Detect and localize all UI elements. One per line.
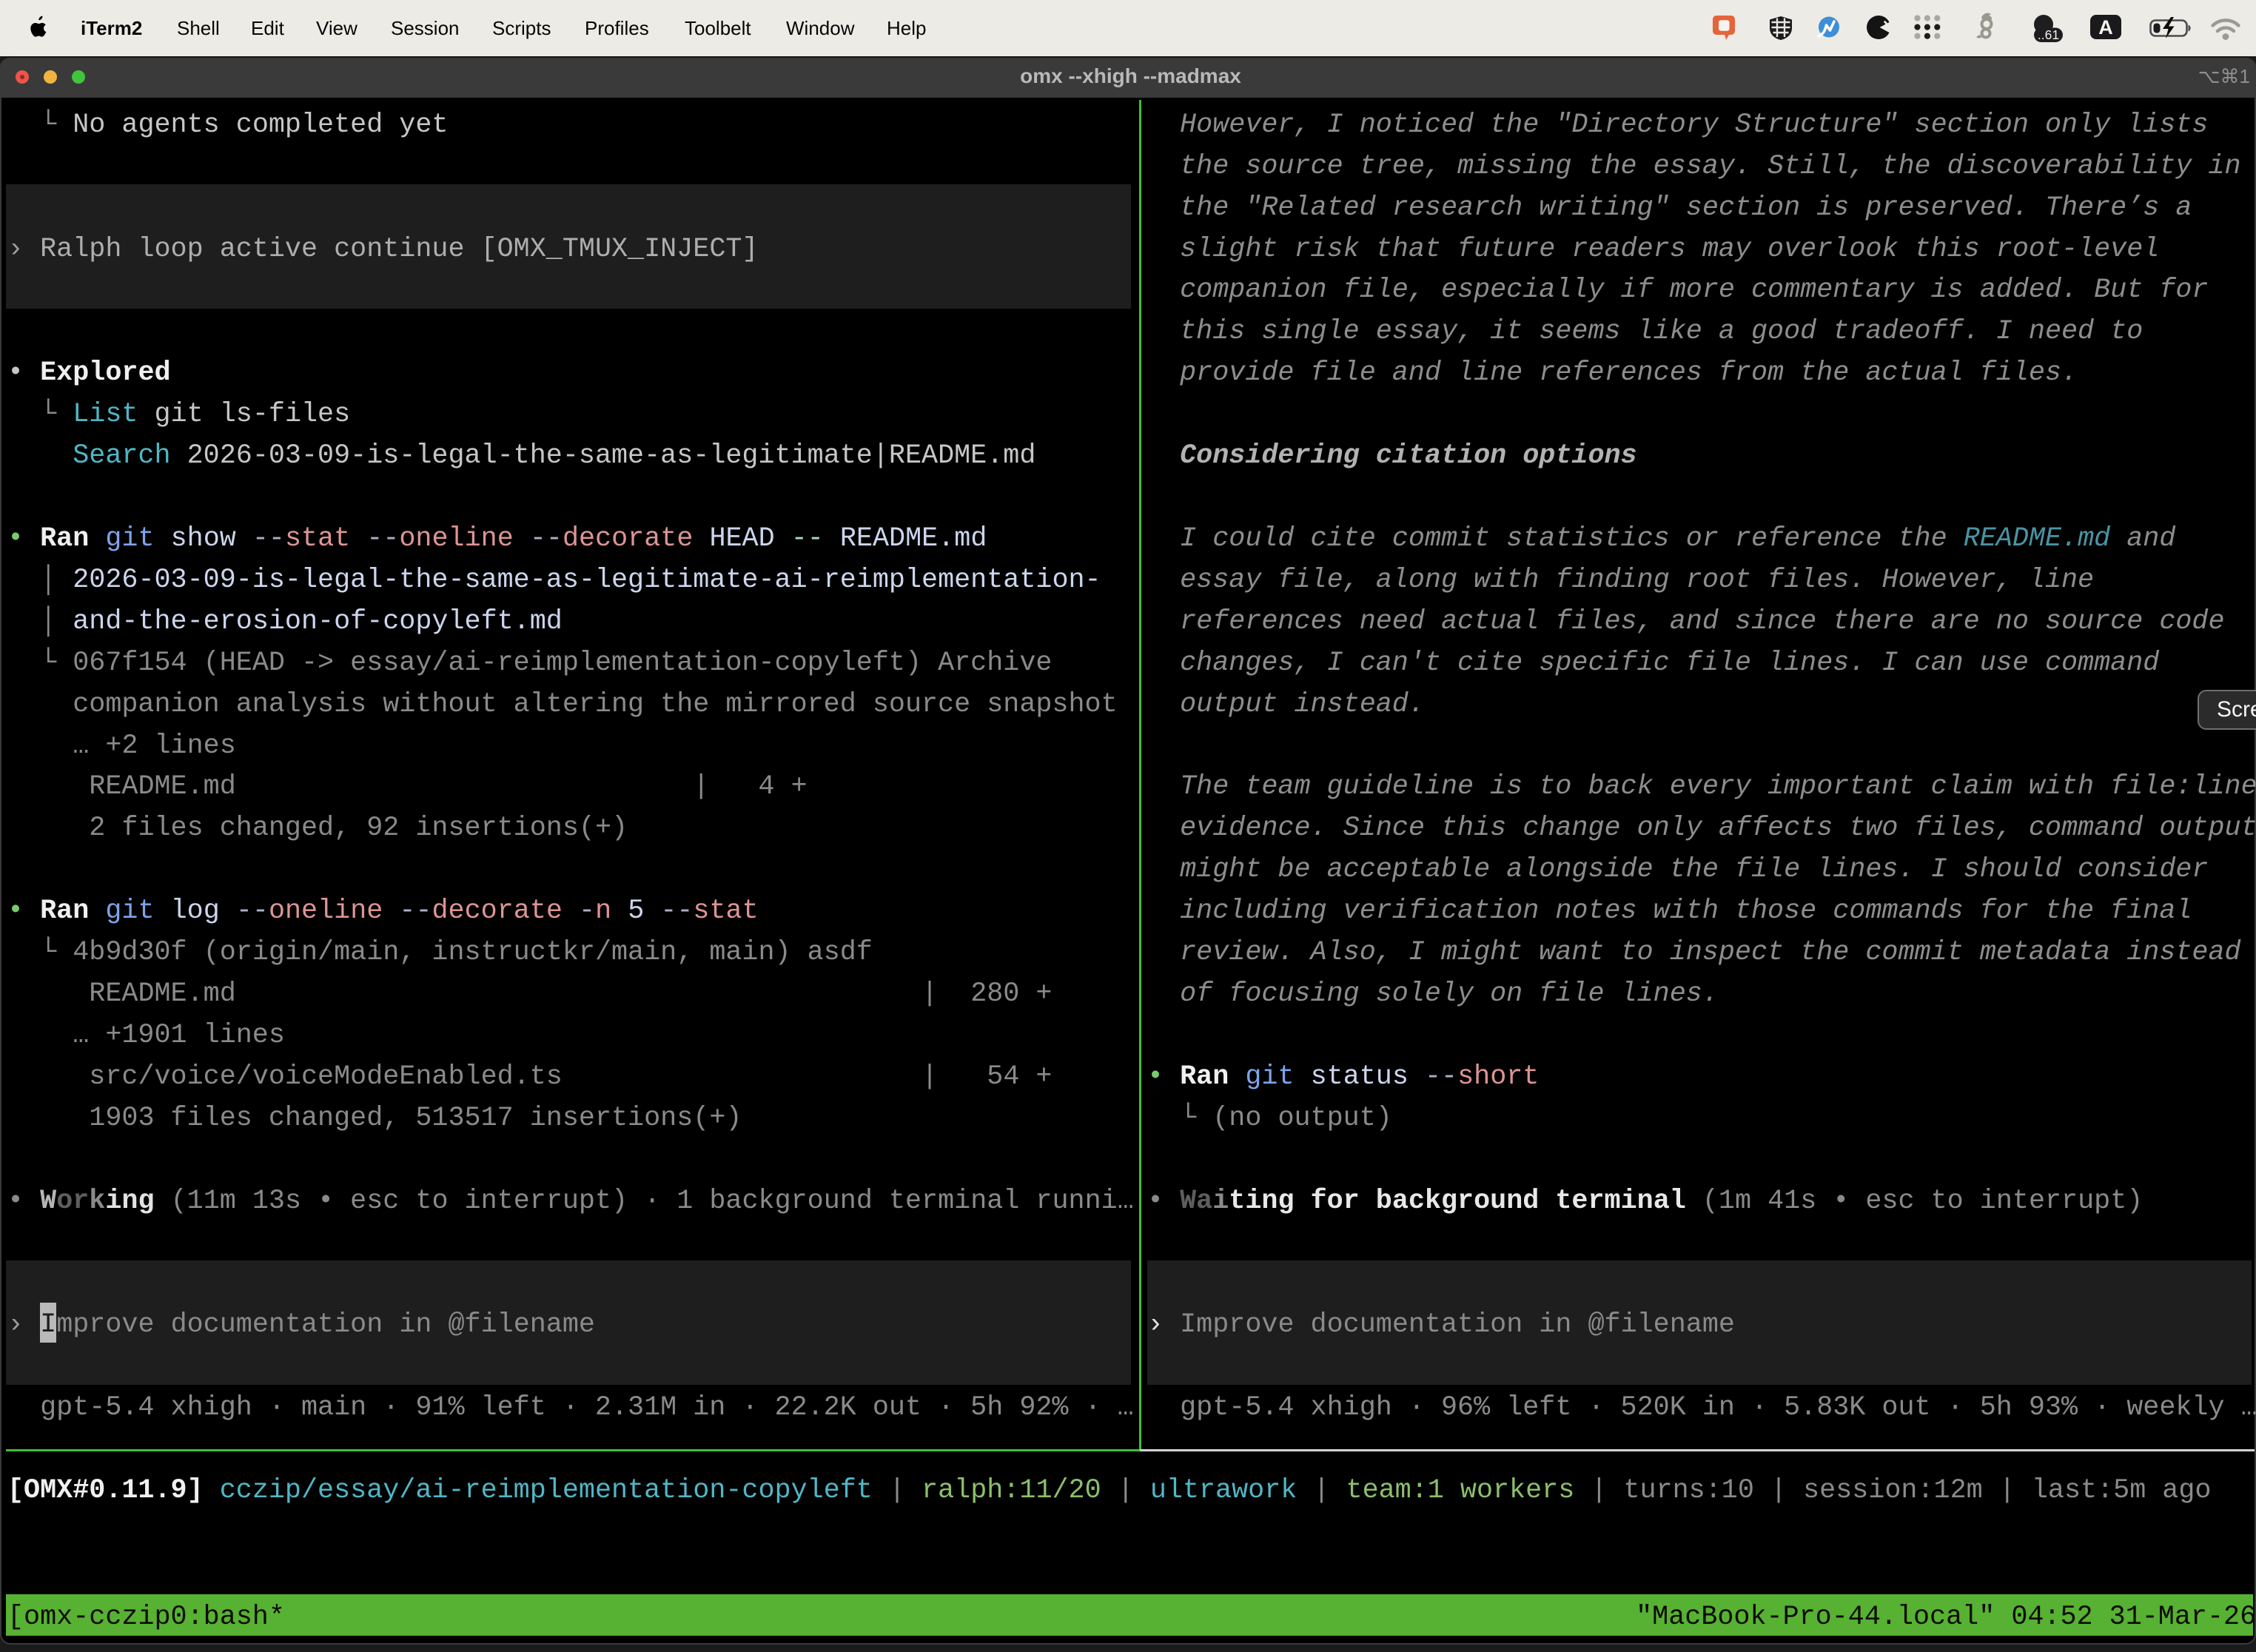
svg-text:A: A bbox=[2098, 16, 2113, 38]
svg-text:..61: ..61 bbox=[2038, 27, 2059, 42]
